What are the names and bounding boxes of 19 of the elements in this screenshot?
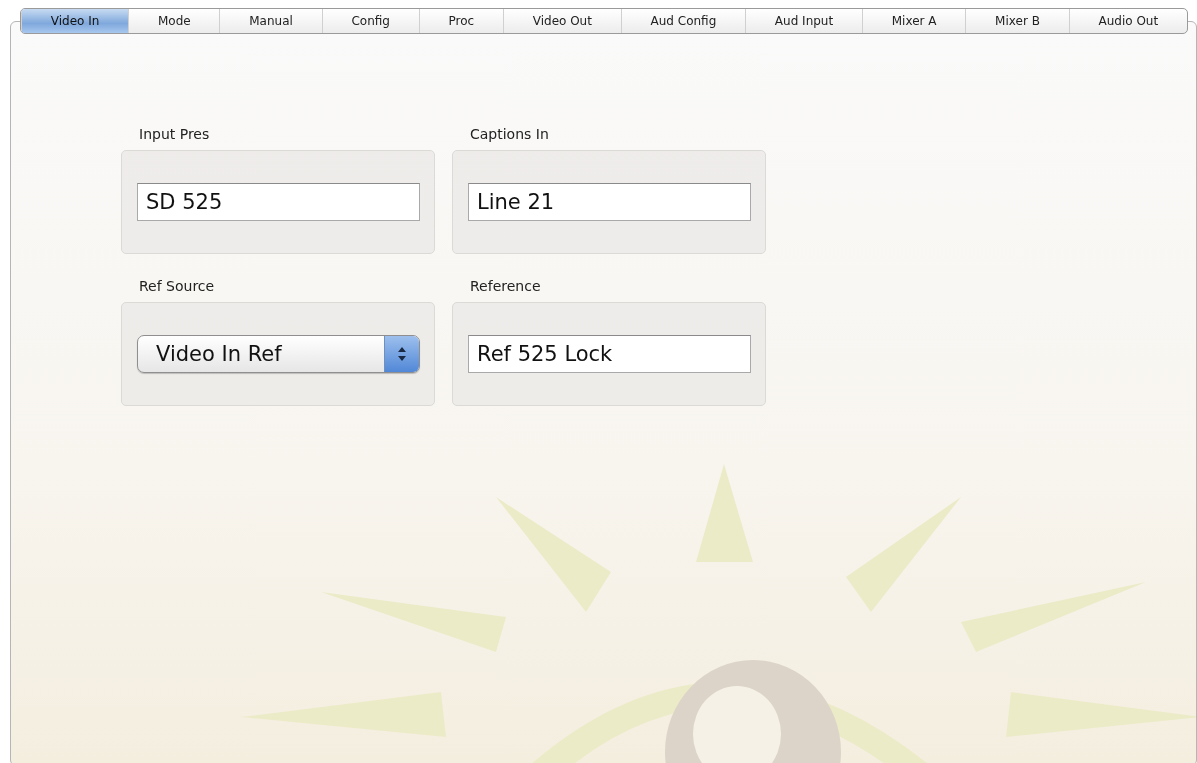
tab[interactable]: Audio Out — [1068, 9, 1187, 33]
dropdown[interactable]: Video In Ref — [137, 335, 420, 373]
group-label: Ref Source — [139, 278, 215, 294]
tab[interactable]: Manual — [219, 9, 322, 33]
group-label: Reference — [470, 278, 541, 294]
tab[interactable]: Mode — [128, 9, 220, 33]
group-label: Captions In — [470, 126, 549, 142]
tab[interactable]: Proc — [418, 9, 503, 33]
tab[interactable]: Config — [321, 9, 419, 33]
text-field[interactable]: Ref 525 Lock — [468, 335, 751, 373]
group-label: Input Pres — [139, 126, 210, 142]
tab[interactable]: Mixer A — [861, 9, 966, 33]
tab[interactable]: Video Out — [502, 9, 621, 33]
tab[interactable]: Mixer B — [965, 9, 1069, 33]
tab[interactable]: Aud Config — [620, 9, 746, 33]
text-field[interactable]: Line 21 — [468, 183, 751, 221]
tab[interactable]: Aud Input — [745, 9, 862, 33]
tab[interactable]: Video In — [21, 9, 129, 33]
text-field[interactable]: SD 525 — [137, 183, 420, 221]
